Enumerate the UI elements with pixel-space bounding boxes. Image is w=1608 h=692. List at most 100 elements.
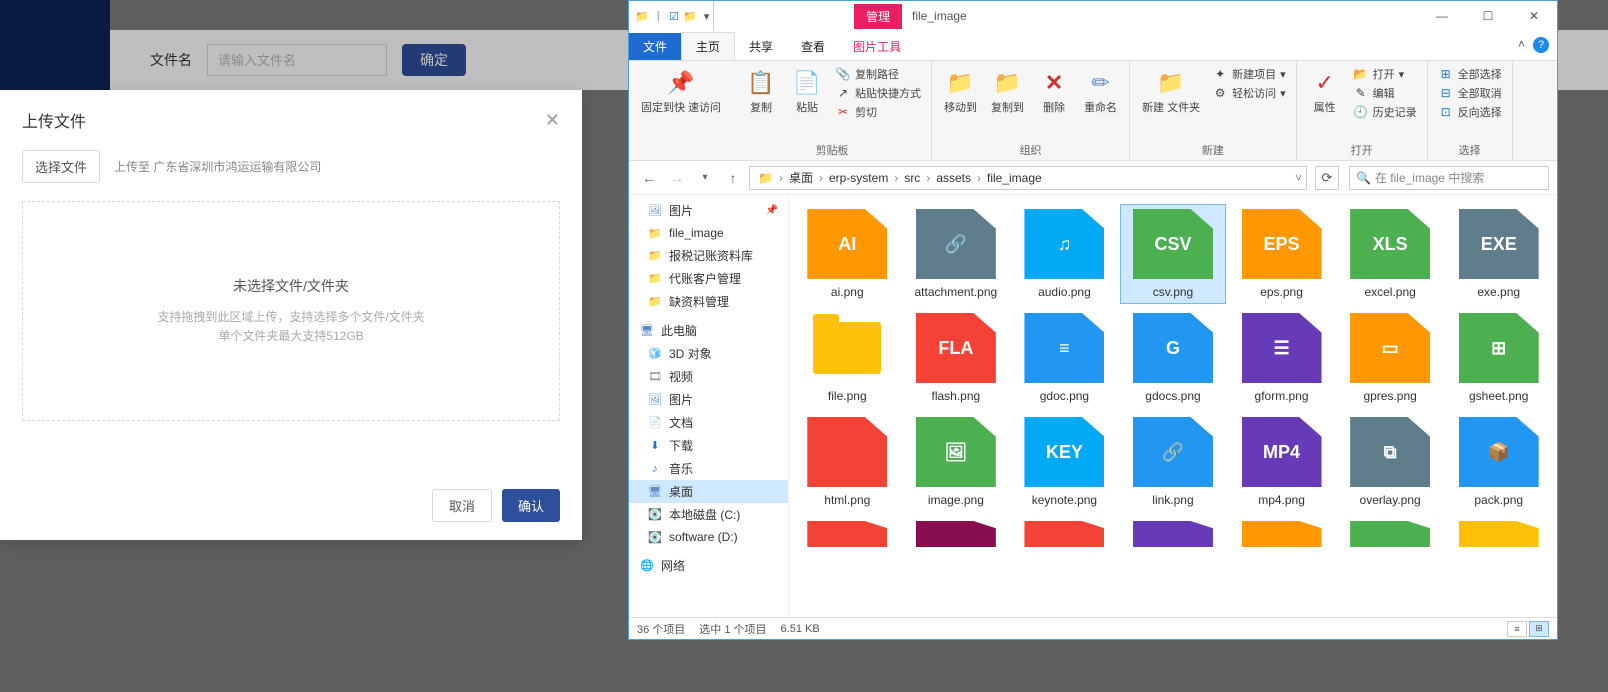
select-none-button[interactable]: ⊟全部取消: [1434, 84, 1506, 102]
back-button[interactable]: ←: [637, 166, 661, 190]
tab-picture-tools[interactable]: 图片工具: [839, 33, 915, 60]
sidebar-item-fileimage[interactable]: 📁file_image: [629, 222, 788, 244]
cut-button[interactable]: ✂剪切: [831, 103, 925, 121]
delete-button[interactable]: ✕ 删除: [1032, 65, 1076, 117]
sidebar-item-network[interactable]: 🌐网络: [629, 554, 788, 577]
sidebar-item-folder3[interactable]: 📁缺资料管理: [629, 290, 788, 313]
drop-area[interactable]: 未选择文件/文件夹 支持拖拽到此区域上传，支持选择多个文件/文件夹 单个文件夹最…: [22, 201, 560, 421]
file-thumbnail: ☰: [1242, 313, 1322, 383]
forward-button[interactable]: →: [665, 166, 689, 190]
sidebar-item-pictures[interactable]: 🖼图片📌: [629, 199, 788, 222]
disk-icon: 💽: [647, 529, 663, 545]
sidebar-item-disk-c[interactable]: 💽本地磁盘 (C:): [629, 503, 788, 526]
file-item[interactable]: 🔗link.png: [1121, 413, 1226, 511]
breadcrumb[interactable]: 📁 › 桌面› erp-system› src› assets› file_im…: [749, 166, 1307, 190]
qat-dropdown-icon[interactable]: ▾: [700, 7, 713, 25]
file-item[interactable]: 🔗attachment.png: [904, 205, 1009, 303]
file-item[interactable]: CSVcsv.png: [1121, 205, 1226, 303]
paste-shortcut-button[interactable]: ↗粘贴快捷方式: [831, 84, 925, 102]
copy-button[interactable]: 📋 复制: [739, 65, 783, 117]
file-pane[interactable]: AIai.png🔗attachment.png♫audio.pngCSVcsv.…: [789, 195, 1557, 617]
properties-button[interactable]: ✓ 属性: [1303, 65, 1347, 117]
details-view-button[interactable]: ≡: [1507, 621, 1527, 637]
copy-to-button[interactable]: 📁 复制到: [985, 65, 1030, 117]
rename-button[interactable]: ✏ 重命名: [1078, 65, 1123, 117]
select-file-button[interactable]: 选择文件: [22, 150, 100, 183]
search-input[interactable]: 🔍 在 file_image 中搜索: [1349, 166, 1549, 190]
recent-dropdown[interactable]: ▾: [693, 166, 717, 190]
file-item[interactable]: [1012, 517, 1117, 551]
file-item[interactable]: html.png: [795, 413, 900, 511]
thumbnails-view-button[interactable]: ⊞: [1529, 621, 1549, 637]
breadcrumb-segment[interactable]: src: [900, 171, 924, 185]
file-item[interactable]: [1229, 517, 1334, 551]
breadcrumb-dropdown-icon[interactable]: ˅: [1295, 171, 1302, 185]
file-item[interactable]: [1121, 517, 1226, 551]
file-item[interactable]: ⧉overlay.png: [1338, 413, 1443, 511]
file-item[interactable]: ≡gdoc.png: [1012, 309, 1117, 407]
pin-button[interactable]: 📌 固定到快 速访问: [635, 65, 727, 117]
cancel-button[interactable]: 取消: [432, 489, 492, 522]
open-button[interactable]: 📂打开 ▾: [1349, 65, 1421, 83]
sidebar-item-videos[interactable]: 🎞视频: [629, 365, 788, 388]
file-item[interactable]: KEYkeynote.png: [1012, 413, 1117, 511]
paste-button[interactable]: 📄 粘贴: [785, 65, 829, 117]
move-to-button[interactable]: 📁 移动到: [938, 65, 983, 117]
file-item[interactable]: EPSeps.png: [1229, 205, 1334, 303]
sidebar-item-music[interactable]: ♪音乐: [629, 457, 788, 480]
file-item[interactable]: XLSexcel.png: [1338, 205, 1443, 303]
sidebar-item-desktop[interactable]: 🖥桌面: [629, 480, 788, 503]
confirm-button[interactable]: 确认: [502, 489, 560, 522]
history-button[interactable]: 🕘历史记录: [1349, 103, 1421, 121]
edit-button[interactable]: ✎编辑: [1349, 84, 1421, 102]
new-folder-button[interactable]: 📁 新建 文件夹: [1136, 65, 1206, 117]
sidebar-item-downloads[interactable]: ⬇下载: [629, 434, 788, 457]
tab-home[interactable]: 主页: [681, 32, 735, 60]
sidebar-item-folder2[interactable]: 📁代账客户管理: [629, 267, 788, 290]
breadcrumb-segment[interactable]: assets: [932, 171, 975, 185]
breadcrumb-segment[interactable]: erp-system: [825, 171, 892, 185]
file-item[interactable]: MP4mp4.png: [1229, 413, 1334, 511]
collapse-ribbon-icon[interactable]: ˄: [1518, 37, 1525, 51]
copy-path-button[interactable]: 📎复制路径: [831, 65, 925, 83]
file-item[interactable]: [1338, 517, 1443, 551]
file-item[interactable]: 🖼image.png: [904, 413, 1009, 511]
sidebar-item-documents[interactable]: 📄文档: [629, 411, 788, 434]
file-item[interactable]: 📦pack.png: [1446, 413, 1551, 511]
easy-access-button[interactable]: ⚙轻松访问 ▾: [1208, 84, 1290, 102]
minimize-button[interactable]: —: [1419, 1, 1465, 31]
file-item[interactable]: [795, 517, 900, 551]
close-window-button[interactable]: ✕: [1511, 1, 1557, 31]
sidebar-item-disk-d[interactable]: 💽software (D:): [629, 526, 788, 548]
maximize-button[interactable]: ☐: [1465, 1, 1511, 31]
sidebar-item-pictures2[interactable]: 🖼图片: [629, 388, 788, 411]
file-item[interactable]: ▭gpres.png: [1338, 309, 1443, 407]
file-item[interactable]: EXEexe.png: [1446, 205, 1551, 303]
modal-close-button[interactable]: ✕: [545, 110, 560, 131]
breadcrumb-segment[interactable]: file_image: [983, 171, 1046, 185]
file-item[interactable]: Ggdocs.png: [1121, 309, 1226, 407]
file-item[interactable]: file.png: [795, 309, 900, 407]
file-item[interactable]: [1446, 517, 1551, 551]
breadcrumb-segment[interactable]: 桌面: [785, 169, 817, 186]
manage-tab[interactable]: 管理: [854, 4, 902, 29]
sidebar-item-thispc[interactable]: 🖥此电脑: [629, 319, 788, 342]
file-item[interactable]: ☰gform.png: [1229, 309, 1334, 407]
up-button[interactable]: ↑: [721, 166, 745, 190]
check-icon[interactable]: ☑: [668, 7, 681, 25]
select-all-button[interactable]: ⊞全部选择: [1434, 65, 1506, 83]
refresh-button[interactable]: ⟳: [1315, 166, 1339, 190]
file-item[interactable]: FLAflash.png: [904, 309, 1009, 407]
sidebar-item-3dobjects[interactable]: 🧊3D 对象: [629, 342, 788, 365]
file-item[interactable]: [904, 517, 1009, 551]
invert-selection-button[interactable]: ⊡反向选择: [1434, 103, 1506, 121]
sidebar-item-folder1[interactable]: 📁报税记账资料库: [629, 244, 788, 267]
file-item[interactable]: ⊞gsheet.png: [1446, 309, 1551, 407]
file-item[interactable]: AIai.png: [795, 205, 900, 303]
file-item[interactable]: ♫audio.png: [1012, 205, 1117, 303]
tab-share[interactable]: 共享: [735, 33, 787, 60]
help-icon[interactable]: ?: [1533, 37, 1549, 53]
new-item-button[interactable]: ✦新建项目 ▾: [1208, 65, 1290, 83]
tab-file[interactable]: 文件: [629, 33, 681, 60]
tab-view[interactable]: 查看: [787, 33, 839, 60]
